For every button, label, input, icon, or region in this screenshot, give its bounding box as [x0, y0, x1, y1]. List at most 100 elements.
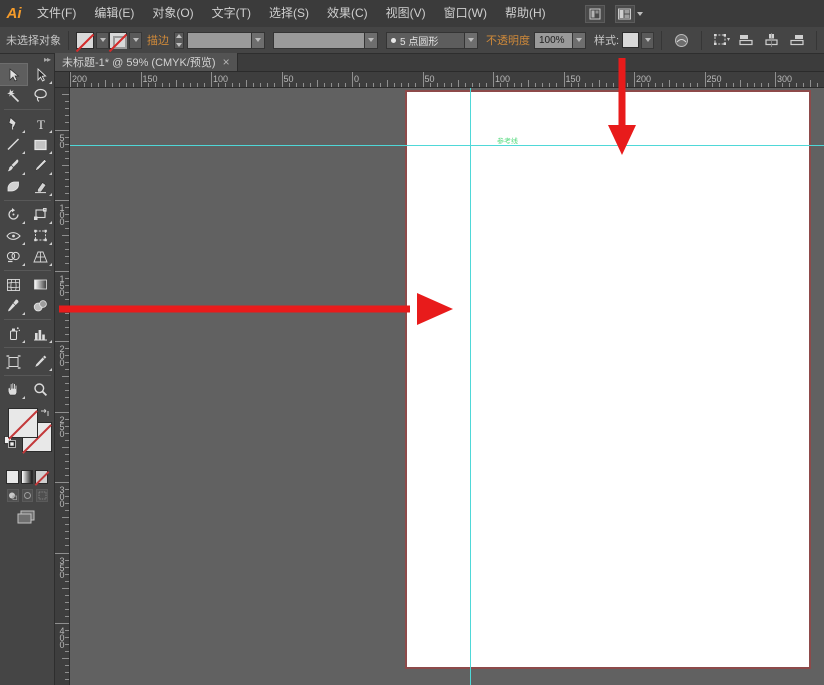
gradient-tool[interactable] [27, 274, 54, 295]
rotate-tool[interactable] [0, 204, 27, 225]
zoom-tool[interactable] [27, 379, 54, 400]
rectangle-tool[interactable] [27, 134, 54, 155]
panel-collapse-handle[interactable]: ▸▸ [0, 54, 54, 64]
gradient-mode-button[interactable] [20, 470, 34, 484]
svg-text:T: T [37, 117, 45, 131]
eraser-tool[interactable] [27, 176, 54, 197]
horizontal-ruler[interactable]: 200 150 100 50 0 50 100 150 200 250 300 [70, 72, 824, 88]
chevron-down-icon[interactable] [251, 32, 264, 48]
width-tool[interactable] [0, 225, 27, 246]
ruler-minor-tick [387, 80, 389, 87]
none-mode-button[interactable] [35, 470, 49, 484]
tool-divider [4, 270, 51, 271]
vertical-ruler[interactable]: 050100150200250300350400 [55, 88, 70, 685]
canvas-area[interactable]: 参考线 [70, 88, 824, 685]
ruler-minor-tick [62, 517, 69, 519]
align-center-icon[interactable] [762, 31, 781, 50]
ruler-origin-corner[interactable] [55, 72, 70, 88]
style-dropdown-button[interactable] [641, 31, 655, 49]
workspace-icon-box [614, 4, 635, 23]
artboard[interactable] [405, 90, 811, 669]
fill-color-swatch[interactable] [76, 31, 94, 49]
menu-select[interactable]: 选择(S) [260, 0, 318, 27]
workspace-switcher-icon[interactable] [614, 4, 643, 23]
horizontal-guide[interactable] [70, 145, 824, 146]
direct-selection-tool[interactable] [27, 64, 54, 85]
menu-window[interactable]: 窗口(W) [435, 0, 496, 27]
stroke-weight-stepper[interactable] [174, 31, 184, 49]
fill-dropdown-button[interactable] [96, 31, 109, 49]
vertical-guide[interactable] [470, 88, 471, 685]
menu-effect[interactable]: 效果(C) [318, 0, 377, 27]
style-swatch[interactable] [622, 32, 640, 48]
paintbrush-tool[interactable] [0, 155, 27, 176]
chevron-down-icon[interactable] [636, 11, 643, 16]
transform-icon[interactable] [712, 31, 731, 50]
brush-definition-value: 5 点圆形 [387, 33, 464, 48]
change-screen-mode-button[interactable] [16, 509, 38, 530]
blob-brush-tool[interactable] [0, 176, 27, 197]
tool-divider [4, 347, 51, 348]
blend-tool[interactable] [27, 295, 54, 316]
menu-view[interactable]: 视图(V) [377, 0, 435, 27]
stroke-profile-combo[interactable] [273, 31, 378, 49]
stroke-color-swatch[interactable] [109, 31, 127, 49]
opacity-combo[interactable]: 100% [534, 31, 586, 49]
close-icon[interactable]: × [223, 56, 230, 68]
tool-expand-icon [49, 130, 52, 133]
tool-divider [4, 319, 51, 320]
pencil-tool[interactable] [27, 155, 54, 176]
stroke-weight-combo[interactable] [187, 31, 265, 49]
draw-behind-button[interactable] [21, 489, 34, 502]
document-setup-icon[interactable] [672, 31, 691, 50]
type-tool[interactable]: T [27, 113, 54, 134]
align-right-icon[interactable] [787, 31, 806, 50]
ruler-tick [211, 72, 212, 87]
menu-object[interactable]: 对象(O) [143, 0, 202, 27]
menu-help[interactable]: 帮助(H) [496, 0, 555, 27]
eyedropper-tool[interactable] [0, 295, 27, 316]
selection-status-label: 未选择对象 [6, 35, 61, 47]
menu-bar-icons [584, 4, 643, 23]
magic-wand-tool[interactable] [0, 85, 27, 106]
symbol-sprayer-tool[interactable] [0, 323, 27, 344]
perspective-grid-tool[interactable] [27, 246, 54, 267]
draw-normal-button[interactable] [7, 489, 19, 502]
tool-expand-icon [49, 151, 52, 154]
menu-edit[interactable]: 编辑(E) [85, 0, 143, 27]
document-tab[interactable]: 未标题-1* @ 59% (CMYK/预览) × [55, 53, 238, 71]
ruler-minor-tick [62, 587, 69, 589]
column-graph-tool[interactable] [27, 323, 54, 344]
brush-definition-combo[interactable]: 5 点圆形 [386, 31, 478, 49]
chevron-down-icon[interactable] [464, 32, 477, 48]
artboard-tool[interactable] [0, 351, 27, 372]
tool-expand-icon [22, 242, 25, 245]
ruler-tick [55, 270, 69, 272]
hand-tool[interactable] [0, 379, 27, 400]
chevron-down-icon[interactable] [364, 32, 377, 48]
mesh-tool[interactable] [0, 274, 27, 295]
arrange-documents-icon[interactable] [584, 4, 605, 23]
lasso-tool[interactable] [27, 85, 54, 106]
shape-builder-tool[interactable] [0, 246, 27, 267]
menu-bar: Ai 文件(F) 编辑(E) 对象(O) 文字(T) 选择(S) 效果(C) 视… [0, 0, 824, 27]
chevron-down-icon[interactable] [572, 32, 585, 48]
fill-swatch-large[interactable] [8, 408, 38, 438]
scale-tool[interactable] [27, 204, 54, 225]
tool-expand-icon [49, 263, 52, 266]
menu-file[interactable]: 文件(F) [28, 0, 85, 27]
ruler-minor-tick [62, 446, 69, 448]
line-segment-tool[interactable] [0, 134, 27, 155]
stroke-weight-label: 描边 [147, 35, 169, 47]
free-transform-tool[interactable] [27, 225, 54, 246]
tool-expand-icon [49, 221, 52, 224]
pen-tool[interactable] [0, 113, 27, 134]
stroke-dropdown-button[interactable] [129, 31, 142, 49]
menu-type[interactable]: 文字(T) [203, 0, 260, 27]
align-left-icon[interactable] [737, 31, 756, 50]
draw-inside-button[interactable] [36, 489, 49, 502]
selection-tool[interactable] [0, 63, 28, 86]
color-mode-button[interactable] [6, 470, 19, 484]
slice-tool[interactable] [27, 351, 54, 372]
ruler-minor-tick [316, 80, 318, 87]
